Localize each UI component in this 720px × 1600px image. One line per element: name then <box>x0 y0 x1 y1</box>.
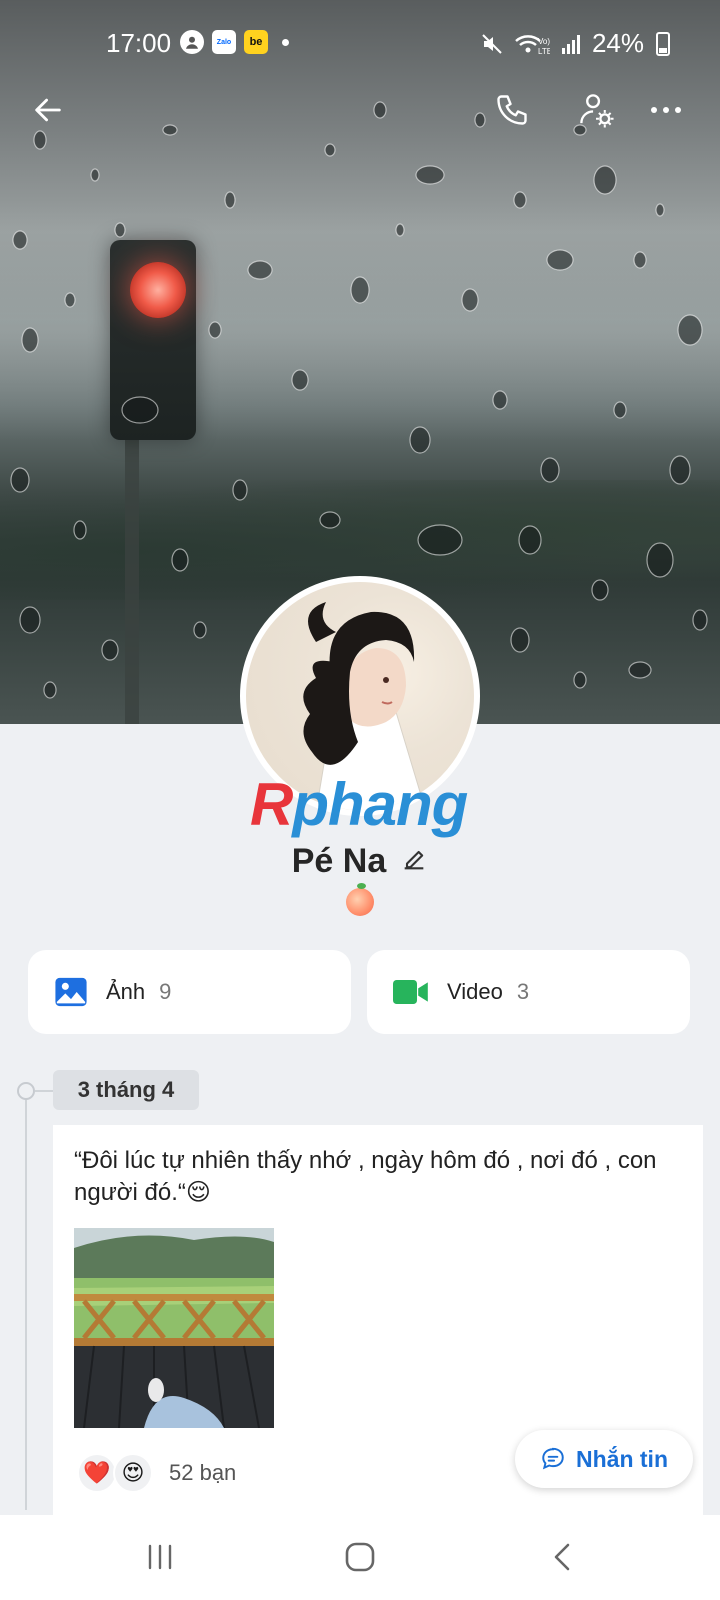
videos-count: 3 <box>516 979 530 1004</box>
message-button[interactable]: Nhắn tin <box>515 1430 693 1488</box>
photos-label: Ảnh <box>106 979 146 1004</box>
svg-text:Vo): Vo) <box>538 37 550 46</box>
photos-card[interactable]: Ảnh 9 <box>28 950 351 1034</box>
post-text: “Đôi lúc tự nhiên thấy nhớ , ngày hôm đó… <box>74 1147 657 1206</box>
status-time: 17:00 <box>106 28 172 58</box>
photo-icon <box>55 977 87 1007</box>
edit-pencil-icon[interactable] <box>400 845 428 878</box>
reaction-count: 52 bạn <box>169 1460 237 1485</box>
post-image[interactable] <box>74 1228 274 1428</box>
more-notifications-dot <box>282 38 289 46</box>
watermark-word: phang <box>292 771 468 838</box>
post-image-scene <box>74 1228 274 1428</box>
signal-icon <box>561 34 580 54</box>
profile-name-row: Pé Na <box>0 842 720 881</box>
battery-percent: 24% <box>591 28 644 58</box>
watermark-logo: Rphang <box>250 770 468 839</box>
message-button-label: Nhắn tin <box>576 1445 668 1472</box>
recent-apps-icon[interactable] <box>130 1535 190 1579</box>
user-settings-icon[interactable] <box>566 80 626 140</box>
status-bar: 17:00 Zalo be Vo) LTE2 24% <box>0 0 720 86</box>
notification-icons: Zalo be <box>180 30 289 54</box>
account-icon <box>180 30 204 54</box>
videos-card[interactable]: Video 3 <box>367 950 690 1034</box>
videos-label: Video <box>447 979 503 1004</box>
phone-icon[interactable] <box>482 80 542 140</box>
be-app-icon: be <box>244 30 268 54</box>
back-arrow-icon[interactable] <box>18 80 78 140</box>
svg-text:LTE2: LTE2 <box>538 47 550 56</box>
profile-name: Pé Na <box>291 842 387 880</box>
battery-icon <box>656 31 670 56</box>
chat-bubble-icon <box>542 1447 564 1470</box>
status-right: Vo) LTE2 24% <box>480 28 670 59</box>
heart-eyes-reaction-icon: 😍 <box>113 1453 153 1493</box>
video-icon <box>393 980 428 1004</box>
heart-reaction-icon: ❤️ <box>77 1453 117 1493</box>
more-icon[interactable] <box>636 80 696 140</box>
zalo-app-icon: Zalo <box>212 30 236 54</box>
mute-icon <box>482 33 502 54</box>
timeline-date: 3 tháng 4 <box>53 1070 199 1110</box>
back-nav-icon[interactable] <box>532 1535 592 1579</box>
home-icon[interactable] <box>330 1535 390 1579</box>
system-nav-bar <box>0 1515 720 1600</box>
timeline-line <box>25 1090 27 1510</box>
watermark-letter: R <box>250 771 293 838</box>
photos-count: 9 <box>159 979 172 1004</box>
profile-bio <box>0 883 720 923</box>
app-bar <box>0 80 720 140</box>
wifi-calling-icon: Vo) LTE2 <box>515 34 550 56</box>
timeline-node <box>17 1082 35 1100</box>
reactions-row[interactable]: ❤️ 😍 52 bạn <box>77 1453 236 1493</box>
peach-emoji-icon <box>346 883 374 916</box>
timeline-connector <box>35 1090 55 1092</box>
